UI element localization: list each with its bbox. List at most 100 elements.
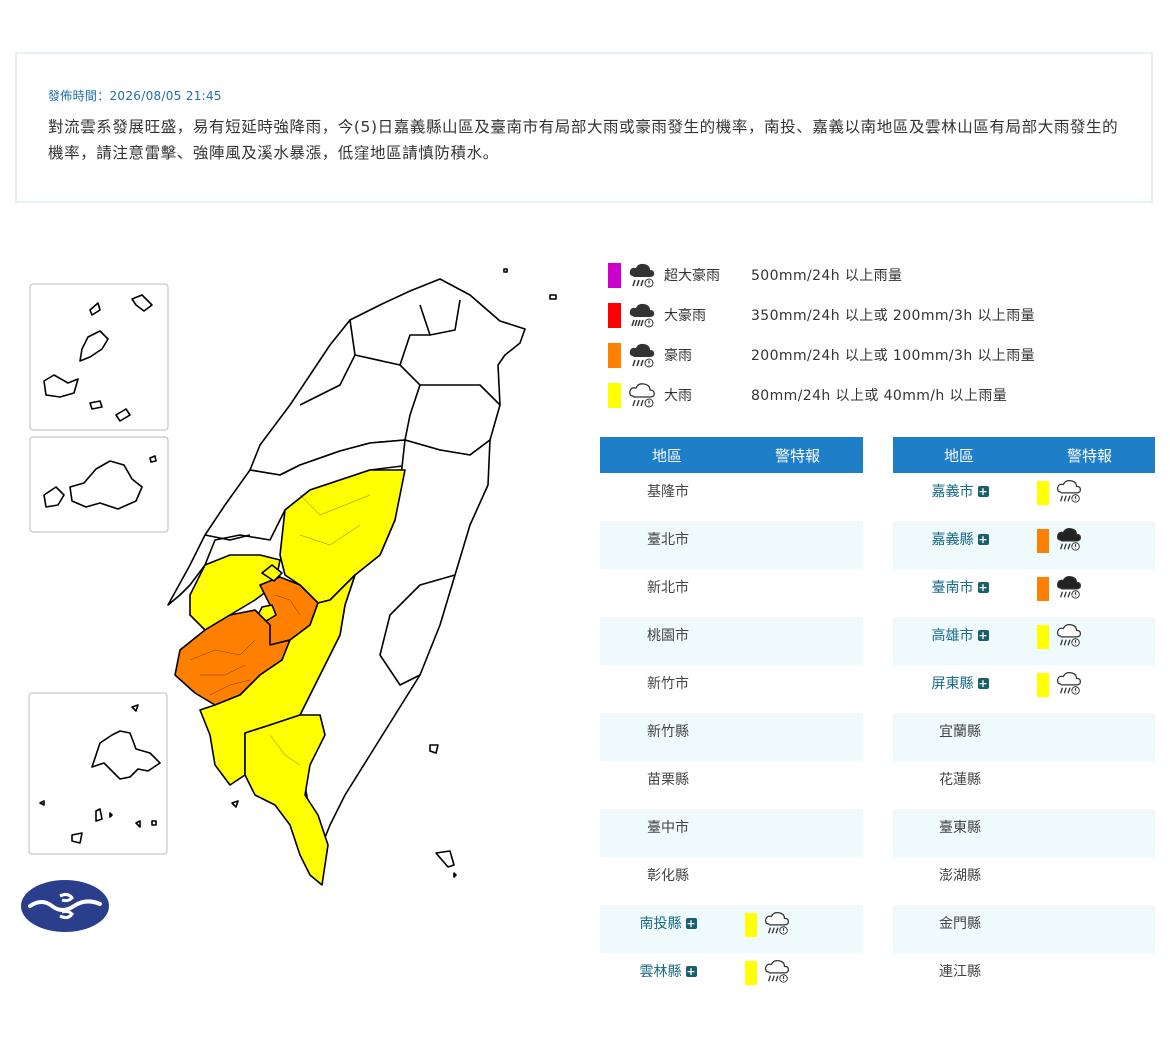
region-name: 金門縣 (939, 916, 981, 932)
expand-plus-icon[interactable]: + (977, 582, 989, 593)
legend-desc: 500mm/24h 以上雨量 (751, 268, 903, 284)
legend-swatch (608, 263, 621, 288)
expand-plus-icon[interactable]: + (977, 630, 989, 641)
legend: 超大豪雨 500mm/24h 以上雨量 大豪雨 350mm/24h 以上或 20… (607, 258, 1147, 418)
region-name: 新竹市 (647, 676, 689, 692)
table-row: 嘉義市 + (893, 473, 1155, 521)
inset-penghu (28, 692, 168, 855)
legend-swatch (608, 383, 621, 408)
table-row: 基隆市 (600, 473, 863, 521)
region-name: 彰化縣 (647, 868, 689, 884)
alert-level-swatch (745, 913, 757, 937)
region-name: 新竹縣 (647, 724, 689, 740)
table-row: 新竹縣 (600, 713, 863, 761)
alert-level-swatch (1037, 529, 1049, 553)
heavy-rain-icon (1057, 575, 1081, 599)
legend-item: 超大豪雨 500mm/24h 以上雨量 (607, 258, 1147, 298)
heavy-rain-icon (629, 343, 655, 368)
region-name[interactable]: 雲林縣 + (640, 961, 697, 981)
table-row: 金門縣 (893, 905, 1155, 953)
region-name[interactable]: 嘉義市 + (932, 481, 989, 501)
region-name[interactable]: 高雄市 + (932, 625, 989, 645)
region-name: 臺東縣 (939, 820, 981, 836)
legend-swatch (608, 303, 621, 328)
region-name[interactable]: 嘉義縣 + (932, 529, 989, 549)
table-row: 雲林縣 + (600, 953, 863, 1001)
legend-name: 大雨 (664, 388, 692, 404)
table-row: 臺東縣 (893, 809, 1155, 857)
table-row: 新竹市 (600, 665, 863, 713)
header-region: 地區 (944, 447, 975, 465)
region-name: 宜蘭縣 (939, 724, 981, 740)
notice-box: 發佈時間：2026/08/05 21:45 對流雲系發展旺盛，易有短延時強降雨，… (15, 52, 1153, 203)
table-row: 苗栗縣 (600, 761, 863, 809)
table-row: 桃園市 (600, 617, 863, 665)
rain-outline-icon (1057, 623, 1081, 647)
region-name: 新北市 (647, 580, 689, 596)
region-name: 花蓮縣 (939, 772, 981, 788)
table-row: 嘉義縣 + (893, 521, 1155, 569)
table-row: 屏東縣 + (893, 665, 1155, 713)
legend-name: 超大豪雨 (664, 268, 720, 284)
heavy-rain-icon (629, 303, 655, 328)
warning-description: 對流雲系發展旺盛，易有短延時強降雨，今(5)日嘉義縣山區及臺南市有局部大雨或豪雨… (48, 118, 1119, 162)
table-row: 臺北市 (600, 521, 863, 569)
region-name: 澎湖縣 (939, 868, 981, 884)
table-row: 宜蘭縣 (893, 713, 1155, 761)
expand-plus-icon[interactable]: + (685, 966, 697, 977)
publish-time: 發佈時間：2026/08/05 21:45 (48, 89, 222, 103)
expand-plus-icon[interactable]: + (977, 678, 989, 689)
table-row: 南投縣 + (600, 905, 863, 953)
region-name: 桃園市 (647, 628, 689, 644)
table-header: 地區 警特報 (893, 437, 1155, 473)
taiwan-rain-map (28, 268, 557, 886)
alert-level-swatch (1037, 481, 1049, 505)
legend-name: 大豪雨 (664, 308, 706, 324)
alert-level-swatch (1037, 673, 1049, 697)
region-name: 基隆市 (647, 484, 689, 500)
table-row: 花蓮縣 (893, 761, 1155, 809)
legend-desc: 350mm/24h 以上或 200mm/3h 以上雨量 (751, 308, 1036, 324)
rain-outline-icon (1057, 479, 1081, 503)
legend-item: 大雨 80mm/24h 以上或 40mm/h 以上雨量 (607, 378, 1147, 418)
alert-level-swatch (1037, 577, 1049, 601)
region-name: 臺北市 (647, 532, 689, 548)
header-region: 地區 (652, 447, 683, 465)
region-name: 臺中市 (647, 820, 689, 836)
alert-level-swatch (1037, 625, 1049, 649)
legend-name: 豪雨 (664, 348, 692, 364)
header-alert: 警特報 (1067, 447, 1113, 465)
legend-item: 豪雨 200mm/24h 以上或 100mm/3h 以上雨量 (607, 338, 1147, 378)
legend-desc: 80mm/24h 以上或 40mm/h 以上雨量 (751, 388, 1008, 404)
table-rows: 基隆市臺北市新北市桃園市新竹市新竹縣苗栗縣臺中市彰化縣南投縣 + 雲林縣 + (600, 473, 863, 1001)
table-row: 連江縣 (893, 953, 1155, 1001)
heavy-rain-icon (1057, 527, 1081, 551)
rain-outline-icon (629, 383, 655, 408)
legend-desc: 200mm/24h 以上或 100mm/3h 以上雨量 (751, 348, 1036, 364)
cwa-logo (21, 880, 109, 932)
expand-plus-icon[interactable]: + (685, 918, 697, 929)
thunder-rain-icon (629, 263, 655, 288)
rain-outline-icon (765, 911, 789, 935)
region-name[interactable]: 南投縣 + (640, 913, 697, 933)
expand-plus-icon[interactable]: + (977, 534, 989, 545)
table-row: 新北市 (600, 569, 863, 617)
region-table-right: 地區 警特報 嘉義市 + 嘉義縣 + 臺南市 + 高雄市 + 屏東縣 + 宜蘭縣花蓮縣臺東縣澎湖縣金… (893, 437, 1155, 1001)
rain-outline-icon (765, 959, 789, 983)
rain-outline-icon (1057, 671, 1081, 695)
expand-plus-icon[interactable]: + (977, 486, 989, 497)
table-rows: 嘉義市 + 嘉義縣 + 臺南市 + 高雄市 + 屏東縣 + 宜蘭縣花蓮縣臺東縣澎湖縣金門縣連江縣 (893, 473, 1155, 1001)
table-row: 高雄市 + (893, 617, 1155, 665)
table-row: 彰化縣 (600, 857, 863, 905)
legend-item: 大豪雨 350mm/24h 以上或 200mm/3h 以上雨量 (607, 298, 1147, 338)
region-table-left: 地區 警特報 基隆市臺北市新北市桃園市新竹市新竹縣苗栗縣臺中市彰化縣南投縣 + 雲林… (600, 437, 863, 1001)
region-name: 連江縣 (939, 964, 981, 980)
table-row: 臺中市 (600, 809, 863, 857)
header-alert: 警特報 (775, 447, 821, 465)
region-name[interactable]: 臺南市 + (932, 577, 989, 597)
region-name[interactable]: 屏東縣 + (932, 673, 989, 693)
legend-swatch (608, 343, 621, 368)
table-row: 澎湖縣 (893, 857, 1155, 905)
table-header: 地區 警特報 (600, 437, 863, 473)
alert-level-swatch (745, 961, 757, 985)
